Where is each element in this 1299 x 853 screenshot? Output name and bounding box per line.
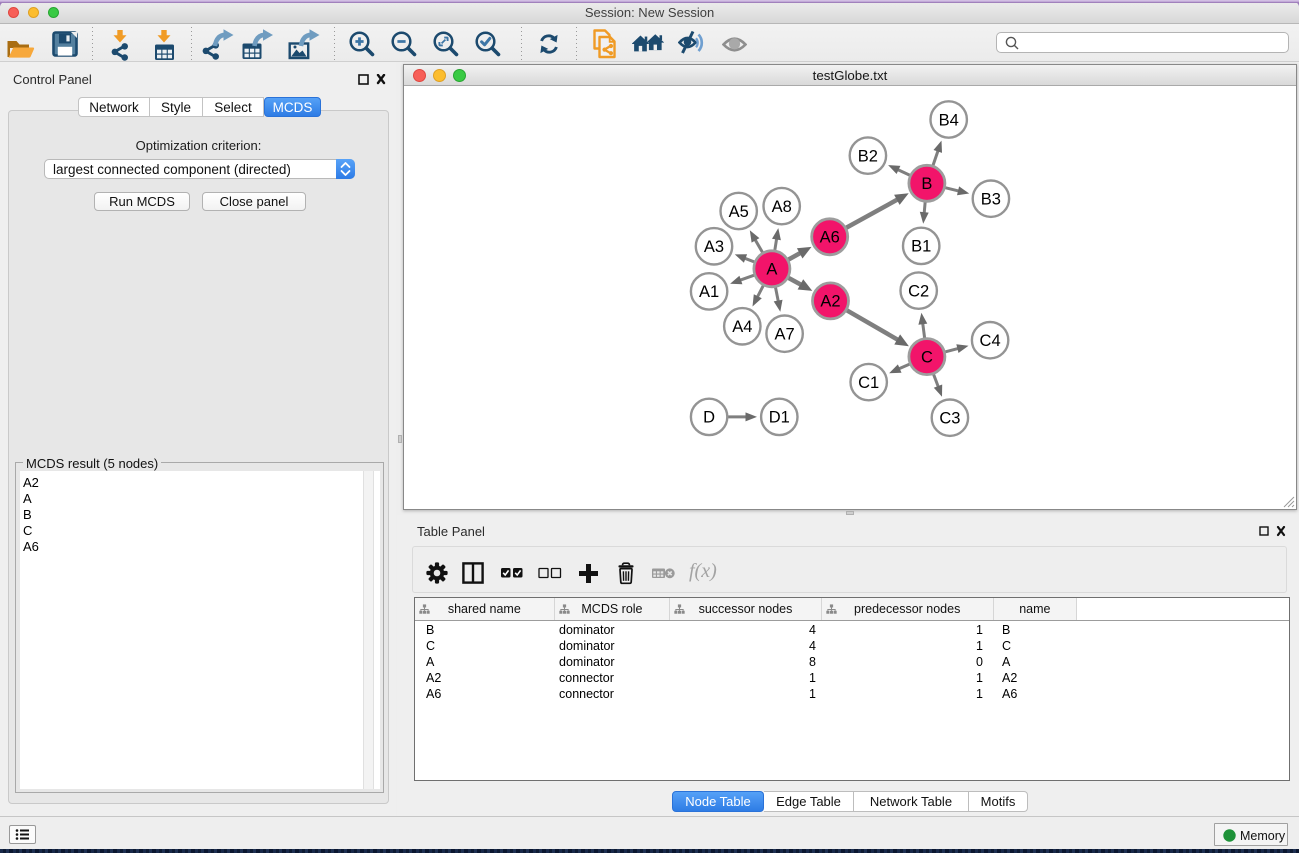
svg-text:A6: A6 — [820, 229, 840, 247]
svg-text:C2: C2 — [908, 282, 929, 300]
svg-text:B2: B2 — [858, 147, 878, 165]
svg-text:A1: A1 — [699, 283, 719, 301]
svg-text:A3: A3 — [704, 238, 724, 256]
svg-text:A5: A5 — [729, 203, 749, 221]
svg-text:C: C — [921, 348, 933, 366]
svg-text:B4: B4 — [939, 111, 959, 129]
svg-text:B1: B1 — [911, 238, 931, 256]
svg-text:B: B — [921, 175, 932, 193]
svg-text:A: A — [766, 261, 777, 279]
svg-text:A8: A8 — [772, 198, 792, 216]
svg-text:B3: B3 — [981, 191, 1001, 209]
svg-text:C4: C4 — [980, 332, 1001, 350]
svg-text:D1: D1 — [769, 409, 790, 427]
svg-text:A2: A2 — [820, 293, 840, 311]
svg-text:C3: C3 — [939, 410, 960, 428]
svg-text:A4: A4 — [732, 318, 752, 336]
svg-text:A7: A7 — [775, 326, 795, 344]
svg-text:C1: C1 — [858, 374, 879, 392]
svg-text:D: D — [703, 409, 715, 427]
